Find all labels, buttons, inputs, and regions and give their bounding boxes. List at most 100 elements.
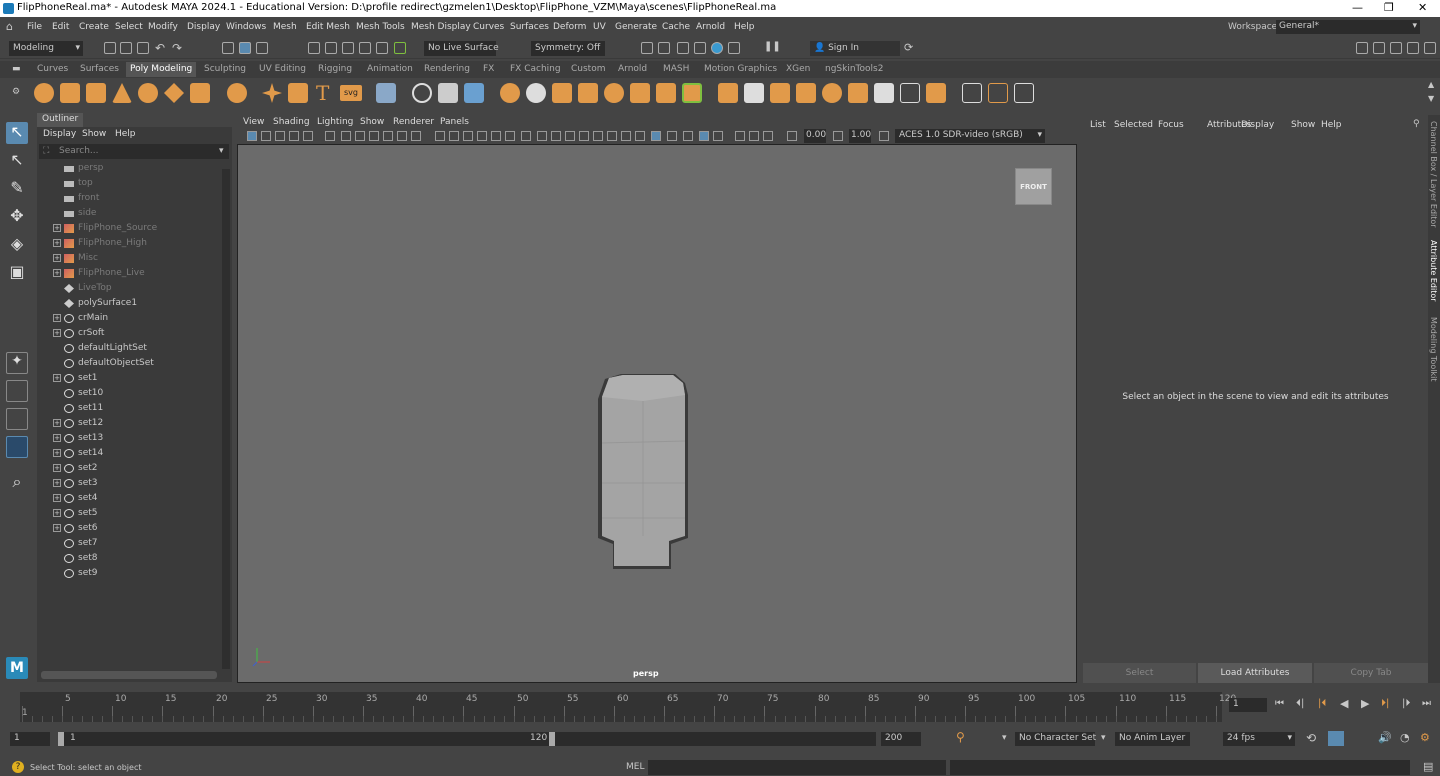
viewport-tool-icon[interactable] <box>355 131 365 141</box>
tab-mash[interactable]: MASH <box>663 64 689 74</box>
lasso-tool-icon[interactable]: ↖ <box>6 150 28 172</box>
menu-deform[interactable]: Deform <box>553 22 586 32</box>
play-forward-icon[interactable]: ▶ <box>1361 697 1369 710</box>
auto-uv-icon[interactable] <box>926 83 946 103</box>
outliner-row[interactable]: + FlipPhone_Source <box>37 221 222 236</box>
go-to-end-icon[interactable]: ⏭ <box>1422 698 1431 709</box>
pin-icon[interactable]: ⚲ <box>1413 119 1420 129</box>
menu-cache[interactable]: Cache <box>662 22 690 32</box>
tab-surfaces[interactable]: Surfaces <box>80 64 119 74</box>
play-back-icon[interactable]: ◀ <box>1340 697 1348 710</box>
four-pane-icon[interactable] <box>6 380 28 402</box>
sign-in-button[interactable]: 👤 Sign In <box>810 41 900 56</box>
viewport-tool-icon[interactable] <box>435 131 445 141</box>
viewport-tool-icon[interactable] <box>635 131 645 141</box>
close-icon[interactable]: ✕ <box>1418 1 1427 14</box>
viewport-tool-icon[interactable] <box>735 131 745 141</box>
auto-key-icon[interactable]: ⚲ <box>956 730 965 744</box>
outliner-row[interactable]: LiveTop <box>37 281 222 296</box>
viewport-tool-icon[interactable] <box>683 131 693 141</box>
combine-icon[interactable] <box>412 83 432 103</box>
outliner-vscroll[interactable] <box>222 169 230 669</box>
type-tool-icon[interactable]: T <box>316 81 329 105</box>
poly-platonic-icon[interactable] <box>227 83 247 103</box>
minimize-icon[interactable]: — <box>1352 1 1363 14</box>
tab-xgen[interactable]: XGen <box>786 64 810 74</box>
viewport-tool-icon[interactable] <box>593 131 603 141</box>
snap-view-icon[interactable] <box>359 42 371 54</box>
expand-icon[interactable]: + <box>53 314 61 322</box>
outliner-search-input[interactable]: Search... <box>39 144 229 159</box>
viewport-menu-shading[interactable]: Shading <box>273 117 310 127</box>
viewport-tool-icon[interactable] <box>369 131 379 141</box>
character-set-select[interactable]: No Character Set <box>1015 732 1096 746</box>
copy-tab-button[interactable]: Copy Tab <box>1314 663 1428 683</box>
expand-icon[interactable]: + <box>53 494 61 502</box>
uv-editor-icon[interactable] <box>900 83 920 103</box>
anim-layer-select[interactable]: No Anim Layer <box>1115 732 1190 746</box>
go-to-start-icon[interactable]: ⏮ <box>1275 698 1284 709</box>
viewport-menu-renderer[interactable]: Renderer <box>393 117 434 127</box>
step-forward-icon[interactable]: |⏵ <box>1402 698 1410 709</box>
viewport-tool-icon[interactable] <box>261 131 271 141</box>
menu-arnold[interactable]: Arnold <box>696 22 725 32</box>
tab-curves[interactable]: Curves <box>37 64 68 74</box>
start-frame-field[interactable]: 1 <box>10 732 50 746</box>
tab-custom[interactable]: Custom <box>571 64 605 74</box>
workspace-select[interactable]: General* ▾ <box>1276 20 1420 34</box>
outliner-row[interactable]: + set12 <box>37 416 222 431</box>
sweep-mesh-icon[interactable] <box>288 83 308 103</box>
poly-plane-icon[interactable] <box>164 83 184 103</box>
viewport-tool-icon[interactable] <box>383 131 393 141</box>
tab-fx-caching[interactable]: FX Caching <box>510 64 561 74</box>
rotate-tool-icon[interactable]: ◈ <box>6 234 28 256</box>
outliner-row[interactable]: polySurface1 <box>37 296 222 311</box>
viewport-tool-icon[interactable] <box>505 131 515 141</box>
refresh-icon[interactable]: ⟳ <box>904 41 913 54</box>
shelf-menu-icon[interactable]: ▬ <box>12 64 21 74</box>
viewport-tool-icon[interactable] <box>521 131 531 141</box>
menu-select[interactable]: Select <box>115 22 143 32</box>
select-hierarchy-icon[interactable] <box>222 42 234 54</box>
viewport-tool-icon[interactable] <box>699 131 709 141</box>
new-scene-icon[interactable] <box>104 42 116 54</box>
expand-icon[interactable]: + <box>53 239 61 247</box>
select-component-icon[interactable] <box>256 42 268 54</box>
cache-playback-icon[interactable] <box>1328 731 1344 746</box>
snap-curve-icon[interactable] <box>325 42 337 54</box>
menu-surfaces[interactable]: Surfaces <box>510 22 549 32</box>
outliner-row[interactable]: + FlipPhone_Live <box>37 266 222 281</box>
script-editor-icon[interactable]: ▤ <box>1423 760 1433 773</box>
poly-cylinder-icon[interactable] <box>86 83 106 103</box>
view-cube[interactable]: FRONT <box>1015 168 1052 205</box>
outliner-row[interactable]: side <box>37 206 222 221</box>
outliner-row[interactable]: + set14 <box>37 446 222 461</box>
undo-icon[interactable]: ↶ <box>155 41 165 55</box>
viewport-tool-icon[interactable] <box>713 131 723 141</box>
expand-icon[interactable]: + <box>53 419 61 427</box>
separate-icon[interactable] <box>438 83 458 103</box>
outliner-row[interactable]: + FlipPhone_High <box>37 236 222 251</box>
pause-icon[interactable]: ❚❚ <box>764 41 781 52</box>
outliner-row[interactable]: + set6 <box>37 521 222 536</box>
poly-cone-icon[interactable] <box>112 83 132 103</box>
color-space-select[interactable]: ACES 1.0 SDR-video (sRGB) ▾ <box>895 129 1045 143</box>
poly-disc-icon[interactable] <box>190 83 210 103</box>
load-attributes-button[interactable]: Load Attributes <box>1198 663 1312 683</box>
snap-surface-icon[interactable] <box>376 42 388 54</box>
append-icon[interactable] <box>578 83 598 103</box>
shelf-scroll-down-icon[interactable]: ▼ <box>1428 94 1434 103</box>
sound-icon[interactable]: 🔊 <box>1378 731 1392 744</box>
outliner-row[interactable]: + set3 <box>37 476 222 491</box>
ae-menu-help[interactable]: Help <box>1321 120 1342 130</box>
viewport-tool-icon[interactable] <box>879 131 889 141</box>
viewport-tool-icon[interactable] <box>491 131 501 141</box>
ae-menu-show[interactable]: Show <box>1291 120 1315 130</box>
menu-edit-mesh[interactable]: Edit Mesh <box>306 22 350 32</box>
poly-torus-icon[interactable] <box>138 83 158 103</box>
prev-key-icon[interactable]: |⏴ <box>1318 698 1326 709</box>
channel-box-icon[interactable] <box>1424 42 1436 54</box>
tab-uv-editing[interactable]: UV Editing <box>259 64 306 74</box>
mirror-icon[interactable] <box>770 83 790 103</box>
redo-icon[interactable]: ↷ <box>172 41 182 55</box>
